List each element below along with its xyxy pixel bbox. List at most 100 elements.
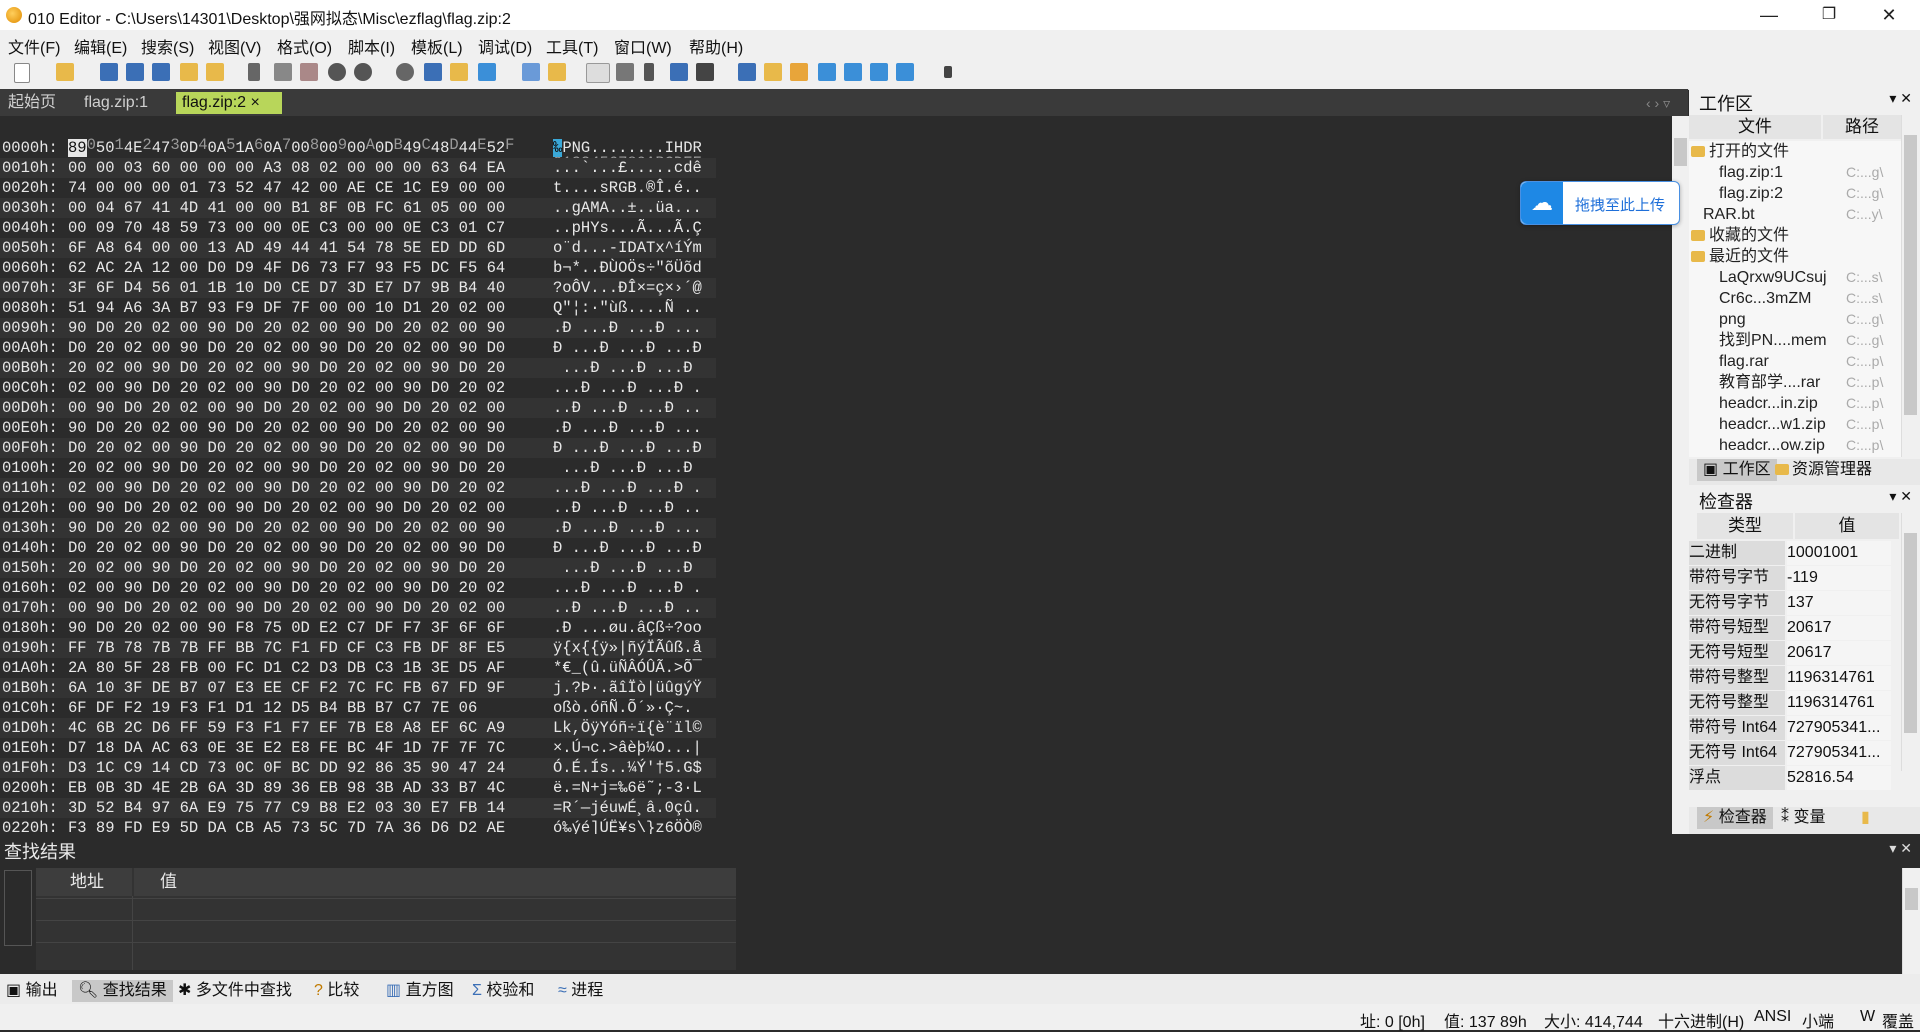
bookmark-icon[interactable] [548,63,566,81]
row-hex-bytes[interactable]: 4C 6B 2C D6 FF 59 F3 F1 F7 EF 7B E8 A8 E… [68,718,505,738]
tree-item[interactable]: Cr6c...3mZM C:...s\ [1689,288,1901,309]
inspector-value[interactable]: 20617 [1787,641,1891,665]
inspector-row[interactable]: 带符号 Int64 727905341... [1689,716,1891,740]
hex-row[interactable]: 00E0h: 90 D0 20 02 00 90 D0 20 02 00 90 D… [0,418,716,438]
pause-icon[interactable] [944,66,952,78]
base-convert-icon[interactable] [896,63,914,81]
row-hex-bytes[interactable]: 00 90 D0 20 02 00 90 D0 20 02 00 90 D0 2… [68,498,505,518]
hex-row[interactable]: 0100h: 20 02 00 90 D0 20 02 00 90 D0 20 0… [0,458,716,478]
hex-row[interactable]: 0030h: 00 04 67 41 4D 41 00 00 B1 8F 0B F… [0,198,716,218]
row-ascii[interactable]: o¨d...-IDATx^íÝm [553,238,702,258]
hex-row[interactable]: 0160h: 02 00 90 D0 20 02 00 90 D0 20 02 0… [0,578,716,598]
upload-widget[interactable]: ☁ 拖拽至此上传 [1520,181,1680,225]
new-file-icon[interactable] [14,63,30,83]
row-hex-bytes[interactable]: 00 00 03 60 00 00 00 A3 08 02 00 00 00 6… [68,158,505,178]
hex-row[interactable]: 01B0h: 6A 10 3F DE B7 07 E3 EE CF F2 7C F… [0,678,716,698]
hex-row[interactable]: 0060h: 62 AC 2A 12 00 D0 D9 4F D6 73 F7 9… [0,258,716,278]
row-hex-bytes[interactable]: 20 02 00 90 D0 20 02 00 90 D0 20 02 00 9… [68,358,505,378]
hex-row[interactable]: 01E0h: D7 18 DA AC 63 0E 3E E2 E8 FE BC 4… [0,738,716,758]
hex-row[interactable]: 00F0h: D0 20 02 00 90 D0 20 02 00 90 D0 2… [0,438,716,458]
hex-mode-icon[interactable] [586,63,610,83]
hex-cursor[interactable]: 89 [68,139,87,157]
hex-row[interactable]: 0120h: 00 90 D0 20 02 00 90 D0 20 02 00 9… [0,498,716,518]
col-file-header[interactable]: 文件 [1689,115,1821,139]
hex-row[interactable]: 01F0h: D3 1C C9 14 CD 73 0C 0F BC DD 92 8… [0,758,716,778]
cut-icon[interactable] [248,63,260,81]
menu-help[interactable]: 帮助(H) [689,34,743,58]
hex-row[interactable]: 00D0h: 00 90 D0 20 02 00 90 D0 20 02 00 9… [0,398,716,418]
row-ascii[interactable]: b¬*..ÐÙOÖs÷"õÜõd [553,258,702,278]
copy-icon[interactable] [274,63,292,81]
compare-icon[interactable] [522,63,540,81]
row-hex-bytes[interactable]: 00 90 D0 20 02 00 90 D0 20 02 00 90 D0 2… [68,598,505,618]
tab-flag-zip-1[interactable]: flag.zip:1 [78,92,154,114]
hex-row[interactable]: 0010h: 00 00 03 60 00 00 00 A3 08 02 00 0… [0,158,716,178]
hex-row[interactable]: 00B0h: 20 02 00 90 D0 20 02 00 90 D0 20 0… [0,358,716,378]
tab-close-icon[interactable]: × [251,94,260,111]
find-icon[interactable] [396,63,414,81]
tab-compare[interactable]: ? 比较 [314,980,359,1002]
row-hex-bytes[interactable]: D0 20 02 00 90 D0 20 02 00 90 D0 20 02 0… [68,438,505,458]
row-hex-bytes[interactable]: 3D 52 B4 97 6A E9 75 77 C9 B8 E2 03 30 E… [68,798,505,818]
row-hex-bytes[interactable]: 6F A8 64 00 00 13 AD 49 44 41 54 78 5E E… [68,238,505,258]
hex-row[interactable]: 01C0h: 6F DF F2 19 F3 F1 D1 12 D5 B4 BB B… [0,698,716,718]
inspector-row[interactable]: 带符号字节 -119 [1689,566,1891,590]
hex-editor[interactable]: 0 1 2 3 4 5 6 7 8 9 A B C D E F 01234567… [0,116,1672,837]
close-button[interactable]: ✕ [1860,0,1918,30]
menu-window[interactable]: 窗口(W) [614,34,672,58]
row-hex-bytes[interactable]: 90 D0 20 02 00 90 D0 20 02 00 90 D0 20 0… [68,518,505,538]
panel-controls-icon[interactable]: ▾ ✕ [1889,90,1912,107]
scroll-thumb[interactable] [1904,533,1917,733]
inspector-row[interactable]: 无符号 Int64 727905341... [1689,741,1891,765]
status-overwrite[interactable]: 覆盖 [1882,1008,1914,1032]
tab-histogram[interactable]: ▥ 直方图 [386,980,454,1002]
menu-tools[interactable]: 工具(T) [546,34,598,58]
tab-output[interactable]: ▣ 输出 [6,980,58,1002]
replace-icon[interactable] [424,63,442,81]
scroll-thumb[interactable] [1674,138,1687,166]
inspector-value[interactable]: 727905341... [1787,716,1891,740]
row-ascii[interactable]: ...Ð ...Ð ...Ð . [553,578,702,598]
tab-checksum[interactable]: Σ 校验和 [472,980,534,1002]
paragraph-icon[interactable] [644,63,654,81]
panel-controls-icon[interactable]: ▾ ✕ [1889,840,1912,857]
row-hex-bytes[interactable]: 90 D0 20 02 00 90 F8 75 0D E2 C7 DF F7 3… [68,618,505,638]
row-hex-bytes[interactable]: D7 18 DA AC 63 0E 3E E2 E8 FE BC 4F 1D 7… [68,738,505,758]
tree-item[interactable]: 找到PN....mem C:...g\ [1689,330,1901,351]
tab-find-in-files[interactable]: ✱ 多文件中查找 [178,980,292,1002]
tab-find-results[interactable]: 🔍︎ 查找结果 [72,980,173,1002]
row-ascii[interactable]: Q"¦:·"ùß....Ñ .. [553,298,702,318]
goto-icon[interactable] [478,63,496,81]
col-type-header[interactable]: 类型 [1697,513,1793,539]
scroll-thumb[interactable] [1904,135,1917,415]
hex-row[interactable]: 0000h: 89 50 4E 47 0D 0A 1A 0A 00 00 00 0… [0,138,716,158]
hex-row[interactable]: 00A0h: D0 20 02 00 90 D0 20 02 00 90 D0 2… [0,338,716,358]
ascii-cursor[interactable]: ‰ [553,139,563,157]
row-hex-bytes[interactable]: D3 1C C9 14 CD 73 0C 0F BC DD 92 86 35 9… [68,758,505,778]
tab-flag-zip-2[interactable]: flag.zip:2 × [176,92,282,114]
row-hex-bytes[interactable]: 90 D0 20 02 00 90 D0 20 02 00 90 D0 20 0… [68,318,505,338]
row-ascii[interactable]: ...`...£.....cdê [553,158,702,178]
hex-row[interactable]: 01D0h: 4C 6B 2C D6 FF 59 F3 F1 F7 EF 7B E… [0,718,716,738]
row-hex-bytes[interactable]: 6A 10 3F DE B7 07 E3 EE CF F2 7C FC FB 6… [68,678,505,698]
tab-workspace[interactable]: ▣ 工作区 [1697,459,1777,481]
inspector-value[interactable]: 1196314761 [1787,691,1891,715]
hex-row[interactable]: 0040h: 00 09 70 48 59 73 00 00 0E C3 00 0… [0,218,716,238]
workspace-icon[interactable] [206,63,224,81]
row-hex-bytes[interactable]: 74 00 00 00 01 73 52 47 42 00 AE CE 1C E… [68,178,505,198]
hex-row[interactable]: 0170h: 00 90 D0 20 02 00 90 D0 20 02 00 9… [0,598,716,618]
row-hex-bytes[interactable]: 2A 80 5F 28 FB 00 FC D1 C2 D3 DB C3 1B 3… [68,658,505,678]
inspector-value[interactable]: 137 [1787,591,1891,615]
row-hex-bytes[interactable]: 20 02 00 90 D0 20 02 00 90 D0 20 02 00 9… [68,558,505,578]
row-hex-bytes[interactable]: 02 00 90 D0 20 02 00 90 D0 20 02 00 90 D… [68,378,505,398]
histogram-icon[interactable] [818,63,836,81]
row-ascii[interactable]: Ð ...Ð ...Ð ...Ð [553,338,702,358]
save-all-icon[interactable] [152,63,170,81]
tab-variables[interactable]: ⁑ 变量 [1781,807,1825,829]
save-as-icon[interactable] [126,63,144,81]
row-ascii[interactable]: .Ð ...Ð ...Ð ... [553,318,702,338]
status-mode[interactable]: 十六进制(H) [1658,1008,1744,1032]
tree-group[interactable]: 打开的文件 [1689,141,1901,162]
row-ascii[interactable]: ×.Ú¬c.>âèþ¼O...| [553,738,702,758]
hex-row[interactable]: 00C0h: 02 00 90 D0 20 02 00 90 D0 20 02 0… [0,378,716,398]
